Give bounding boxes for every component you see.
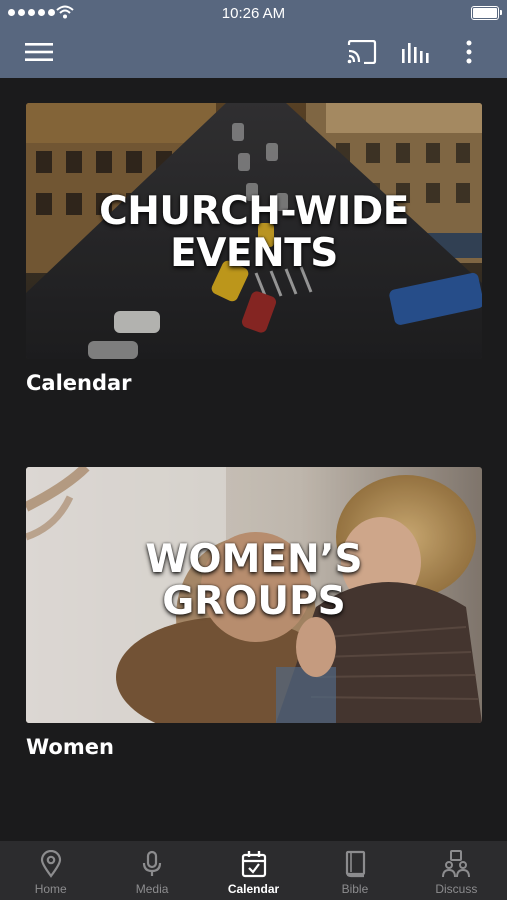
menu-button[interactable] (14, 26, 64, 78)
hamburger-menu-icon (25, 43, 53, 61)
cast-button[interactable] (340, 26, 384, 78)
microphone-icon (143, 850, 162, 876)
more-options-button[interactable] (452, 26, 486, 78)
tab-bible[interactable]: Bible (304, 841, 405, 900)
tab-media-label: Media (135, 882, 169, 896)
womens-groups-title: WOMEN’S GROUPS (26, 537, 482, 625)
battery-icon (471, 6, 502, 20)
womens-groups-title-line2: GROUPS (162, 579, 346, 625)
church-wide-events-title: CHURCH-WIDE EVENTS (99, 189, 409, 277)
top-navigation-bar (0, 26, 507, 78)
womens-groups-title-line1: WOMEN’S (145, 537, 363, 582)
calendar-card-label: Calendar (26, 371, 132, 395)
location-pin-icon (40, 850, 61, 878)
church-wide-events-image[interactable]: CHURCH-WIDE EVENTS (26, 103, 482, 359)
people-icon (442, 850, 471, 878)
calendar-check-icon (241, 851, 266, 878)
tab-bible-label: Bible (341, 882, 369, 896)
audio-bars-icon (402, 43, 429, 63)
cast-icon (347, 40, 377, 64)
tab-calendar-label: Calendar (227, 882, 280, 896)
tab-calendar[interactable]: Calendar (203, 841, 304, 900)
tab-media[interactable]: Media (101, 841, 202, 900)
calendar-card[interactable]: CHURCH-WIDE EVENTS Calendar (26, 103, 482, 395)
tab-home[interactable]: Home (0, 841, 101, 900)
more-vertical-icon (466, 40, 472, 64)
audio-levels-button[interactable] (394, 26, 436, 78)
tab-home-label: Home (34, 882, 67, 896)
women-card[interactable]: WOMEN’S GROUPS Women (26, 467, 482, 759)
book-icon (345, 850, 366, 878)
tab-discuss[interactable]: Discuss (406, 841, 507, 900)
women-card-label: Women (26, 735, 114, 759)
status-time: 10:26 AM (221, 5, 286, 22)
status-bar: 10:26 AM (0, 0, 507, 26)
bottom-tab-bar: Home Media Calendar Bible Discuss (0, 841, 507, 900)
tab-discuss-label: Discuss (435, 882, 478, 896)
womens-groups-image[interactable]: WOMEN’S GROUPS (26, 467, 482, 723)
